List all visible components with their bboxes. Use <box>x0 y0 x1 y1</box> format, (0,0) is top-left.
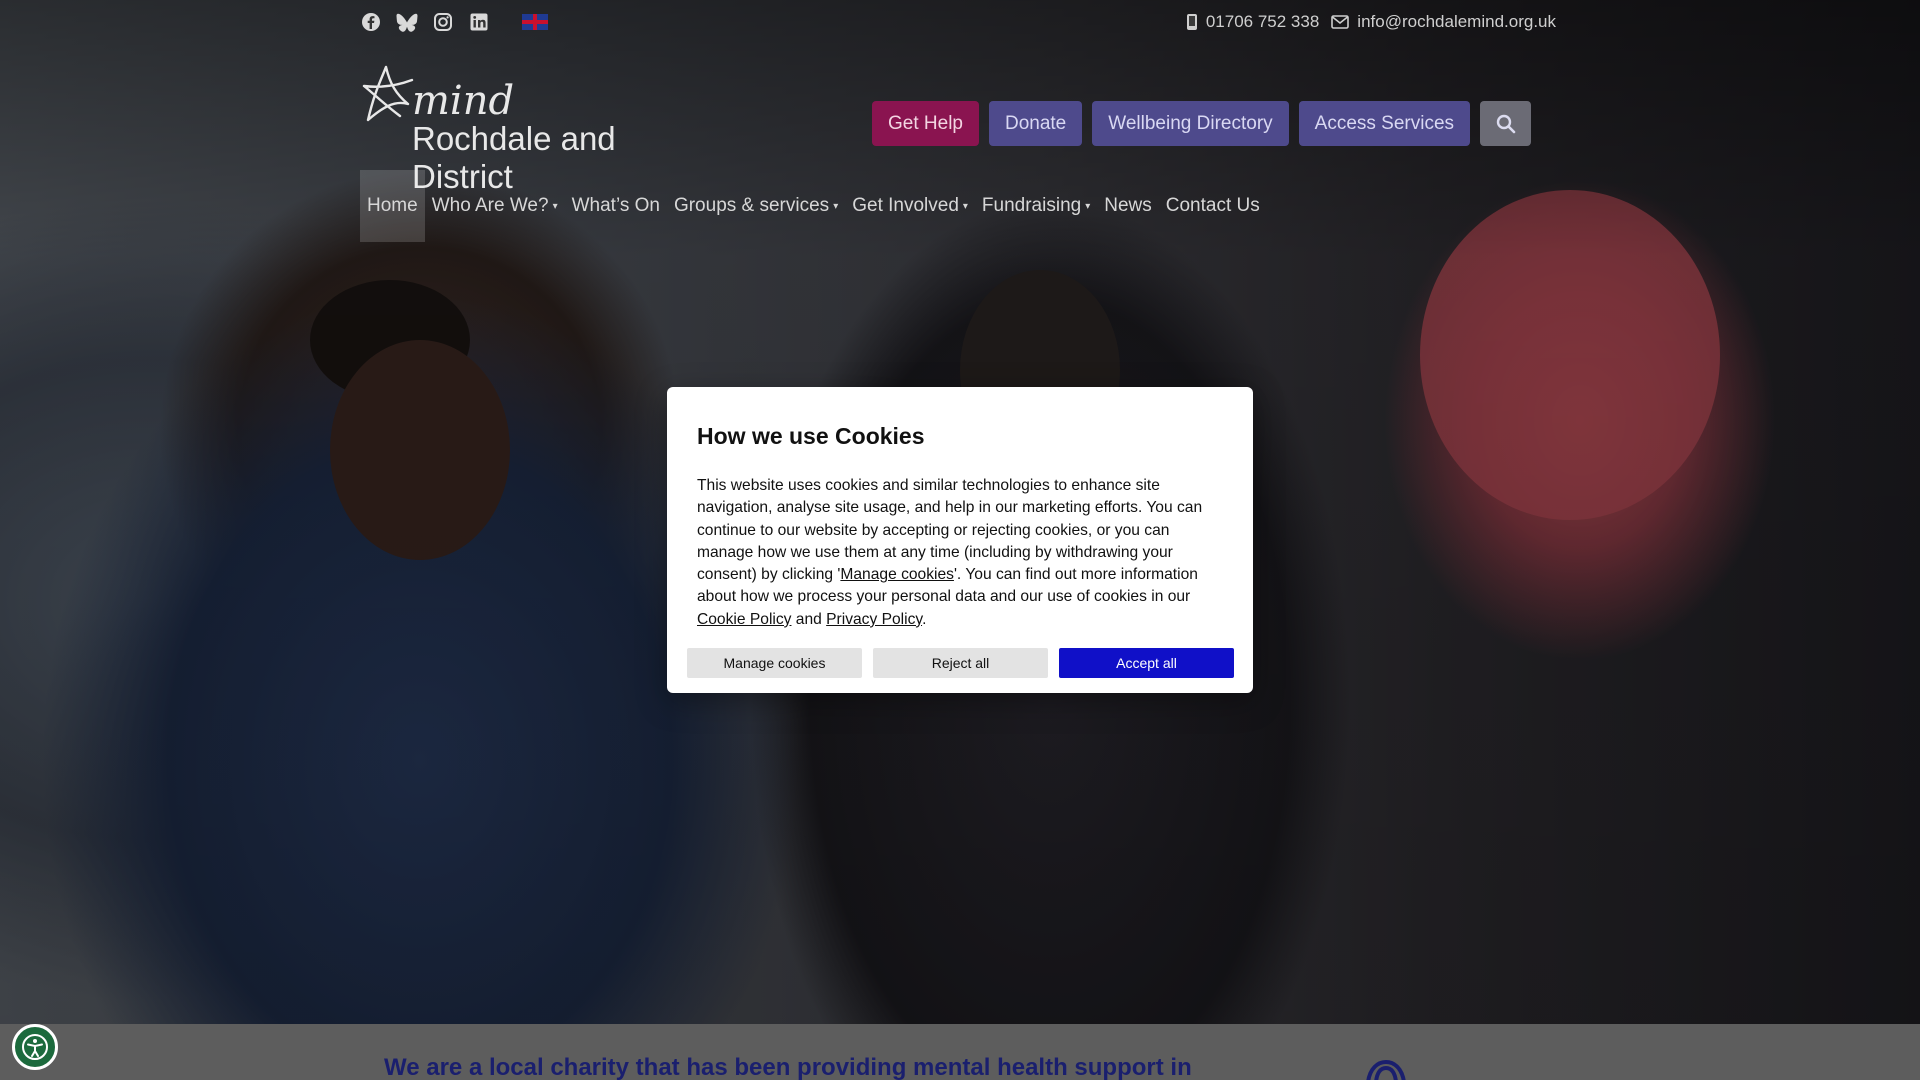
contact-info: 01706 752 338 info@rochdalemind.org.uk <box>1186 12 1556 32</box>
nav-item-fundraising[interactable]: Fundraising ▾ <box>975 170 1097 242</box>
caret-down-icon: ▾ <box>833 200 839 212</box>
nav-item-who-are-we[interactable]: Who Are We? ▾ <box>425 170 565 242</box>
nav-item-groups-services[interactable]: Groups & services ▾ <box>667 170 845 242</box>
caret-down-icon: ▾ <box>962 200 968 212</box>
search-button[interactable] <box>1480 101 1532 146</box>
cookie-dialog-buttons: Manage cookies Reject all Accept all <box>687 648 1234 678</box>
nav-item-home[interactable]: Home <box>360 170 425 242</box>
mobile-phone-icon <box>1186 14 1197 30</box>
wellbeing-directory-button[interactable]: Wellbeing Directory <box>1092 101 1289 146</box>
nav-item-label: Get Involved <box>852 195 959 216</box>
email-address[interactable]: info@rochdalemind.org.uk <box>1357 12 1556 32</box>
manage-cookies-button[interactable]: Manage cookies <box>687 648 862 678</box>
cookie-text-part: . <box>922 610 927 628</box>
site-logo[interactable]: mind Rochdale and District <box>360 64 720 195</box>
access-services-button[interactable]: Access Services <box>1298 101 1471 146</box>
mind-star-icon <box>362 65 414 122</box>
nav-item-get-involved[interactable]: Get Involved ▾ <box>845 170 975 242</box>
manage-cookies-link[interactable]: Manage cookies <box>840 566 954 583</box>
cookie-dialog-title: How we use Cookies <box>697 423 925 449</box>
caret-down-icon: ▾ <box>1085 200 1091 212</box>
caret-down-icon: ▾ <box>552 200 558 212</box>
accessibility-button[interactable] <box>12 1024 58 1070</box>
hands-icon <box>1366 1059 1406 1080</box>
cookie-dialog-text: This website uses cookies and similar te… <box>697 475 1217 631</box>
nav-item-contact-us[interactable]: Contact Us <box>1159 170 1267 242</box>
nav-item-label: Fundraising <box>981 195 1082 216</box>
logo-mind-text: mind <box>412 78 515 124</box>
nav-item-label: Contact Us <box>1165 195 1260 216</box>
nav-item-label: News <box>1104 195 1152 216</box>
linkedin-icon[interactable] <box>468 11 490 33</box>
instagram-icon[interactable] <box>432 11 454 33</box>
donate-button[interactable]: Donate <box>988 101 1083 146</box>
nav-item-label: What’s On <box>571 195 660 216</box>
nav-item-label: Groups & services <box>673 195 830 216</box>
reject-all-button[interactable]: Reject all <box>873 648 1048 678</box>
cookie-consent-dialog: How we use Cookies This website uses coo… <box>667 387 1253 693</box>
intro-heading: We are a local charity that has been pro… <box>384 1054 1192 1080</box>
accessibility-icon <box>22 1034 48 1060</box>
cookie-text-part: and <box>791 610 827 628</box>
privacy-policy-link[interactable]: Privacy Policy <box>826 611 922 628</box>
accept-all-button[interactable]: Accept all <box>1059 648 1234 678</box>
envelope-icon <box>1331 15 1350 29</box>
get-help-button[interactable]: Get Help <box>872 101 979 146</box>
facebook-icon[interactable] <box>360 11 382 33</box>
search-icon <box>1496 114 1515 133</box>
header-actions: Get Help Donate Wellbeing Directory Acce… <box>872 101 1532 146</box>
intro-section: We are a local charity that has been pro… <box>0 1024 1920 1080</box>
cookie-policy-link[interactable]: Cookie Policy <box>697 611 791 628</box>
social-links <box>360 11 548 33</box>
bluesky-butterfly-icon[interactable] <box>396 11 418 33</box>
phone-number[interactable]: 01706 752 338 <box>1206 12 1319 32</box>
main-nav: Home Who Are We? ▾ What’s On Groups & ser… <box>360 170 1267 242</box>
top-bar: 01706 752 338 info@rochdalemind.org.uk <box>360 6 1556 38</box>
nav-item-label: Who Are We? <box>431 195 549 216</box>
nav-item-whats-on[interactable]: What’s On <box>565 170 667 242</box>
uk-flag-icon[interactable] <box>522 14 548 30</box>
nav-item-label: Home <box>367 195 418 216</box>
nav-item-news[interactable]: News <box>1097 170 1159 242</box>
